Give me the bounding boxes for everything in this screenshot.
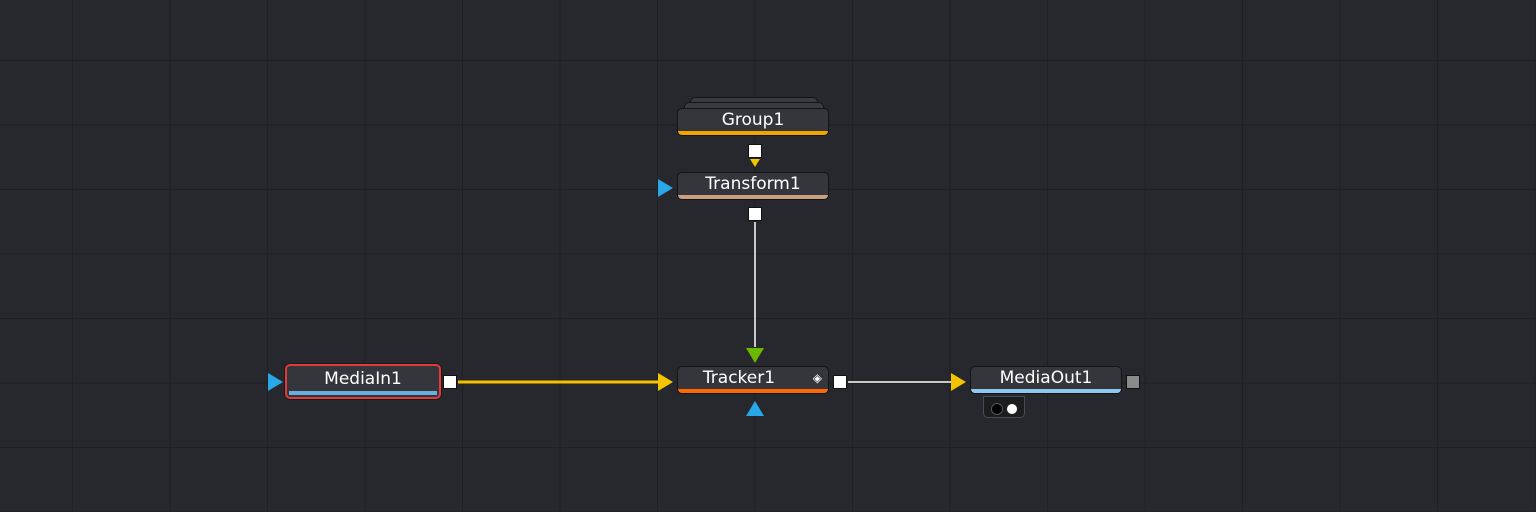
node-transform1-color-bar (678, 195, 828, 199)
transform1-effect-mask-input[interactable] (658, 179, 673, 197)
connection-wires (458, 222, 952, 384)
node-mediain1-color-bar (289, 391, 437, 395)
transform1-output-port[interactable] (748, 207, 762, 221)
node-mediaout1[interactable]: MediaOut1 (970, 366, 1122, 394)
node-tracker1-label: Tracker1 (702, 368, 776, 388)
transform1-input-arrow[interactable] (750, 159, 760, 167)
node-group1-label: Group1 (721, 110, 785, 130)
tracker1-background-input[interactable] (658, 373, 673, 391)
node-mediain1[interactable]: MediaIn1 (285, 364, 441, 399)
node-tracker1-color-bar (678, 389, 828, 393)
node-group1[interactable]: Group1 (677, 108, 829, 136)
node-mediaout1-color-bar (971, 389, 1121, 393)
mediain1-output-port[interactable] (443, 375, 457, 389)
node-mediaout1-label: MediaOut1 (999, 368, 1093, 388)
tracker1-effect-mask-input[interactable] (746, 401, 764, 416)
node-transform1-label: Transform1 (705, 174, 801, 194)
node-mediain1-label: MediaIn1 (324, 369, 402, 389)
tracker1-foreground-input[interactable] (746, 348, 764, 363)
node-transform1[interactable]: Transform1 (677, 172, 829, 200)
keyframe-diamond-icon: ◈ (812, 371, 822, 385)
tracker1-output-port[interactable] (833, 375, 847, 389)
node-group1-color-bar (678, 131, 828, 135)
viewer-left-dot[interactable] (991, 403, 1003, 415)
viewer-dots-icon[interactable] (983, 396, 1025, 418)
group1-output-port[interactable] (748, 144, 762, 158)
mediaout1-output-port[interactable] (1126, 375, 1140, 389)
node-editor-canvas[interactable]: Group1 Transform1 MediaIn1 Tracker1 ◈ Me… (0, 0, 1536, 512)
viewer-right-dot[interactable] (1006, 403, 1018, 415)
mediaout1-input[interactable] (951, 373, 966, 391)
mediain1-effect-mask-input[interactable] (268, 373, 283, 391)
node-tracker1[interactable]: Tracker1 ◈ (677, 366, 829, 394)
